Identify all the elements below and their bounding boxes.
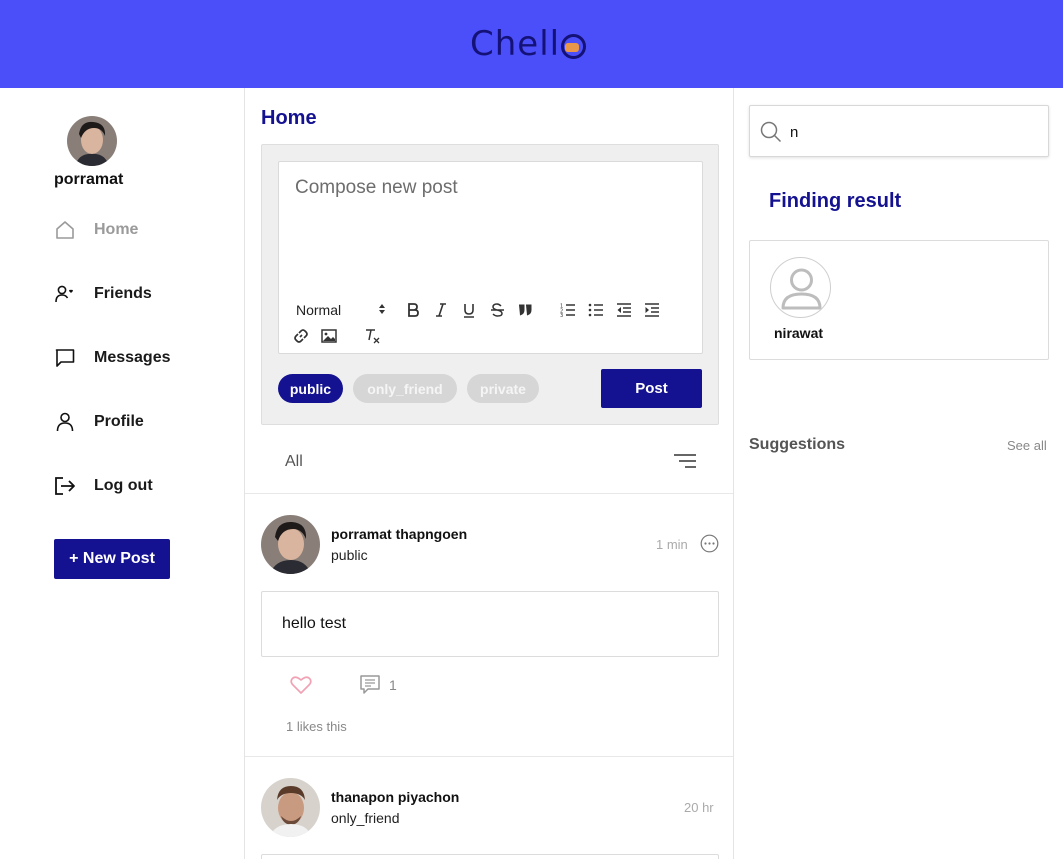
sidebar-item-logout[interactable]: Log out xyxy=(54,471,153,501)
profile-icon xyxy=(54,411,76,433)
result-user-name: nirawat xyxy=(774,325,824,341)
post-author-name[interactable]: porramat thapngoen xyxy=(331,526,467,542)
left-sidebar: porramat Home Friends Messages Profile L… xyxy=(0,88,244,859)
privacy-private-tag[interactable]: private xyxy=(467,374,539,403)
user-name: porramat xyxy=(54,171,124,188)
user-avatar[interactable] xyxy=(67,116,117,166)
sidebar-item-label: Home xyxy=(94,221,139,238)
quote-icon[interactable] xyxy=(516,301,534,319)
finding-result-title: Finding result xyxy=(769,190,902,212)
sidebar-item-home[interactable]: Home xyxy=(54,215,138,245)
privacy-public-tag[interactable]: public xyxy=(278,374,343,403)
svg-text:3: 3 xyxy=(560,313,563,317)
logo-mark-icon xyxy=(561,33,587,59)
link-icon[interactable] xyxy=(292,327,310,345)
search-box xyxy=(749,105,1049,157)
ordered-list-icon[interactable]: 123 xyxy=(559,301,577,319)
sidebar-item-label: Messages xyxy=(94,349,171,366)
logo-text: Chell xyxy=(470,24,561,64)
search-input[interactable] xyxy=(790,120,1030,144)
new-post-button[interactable]: + New Post xyxy=(54,539,170,579)
post-content: hello test xyxy=(261,591,719,657)
more-options-icon[interactable] xyxy=(700,534,719,553)
post-composer: Compose new post Normal 123 public only_… xyxy=(261,144,719,425)
top-bar: Chell xyxy=(0,0,1063,88)
sidebar-item-label: Log out xyxy=(94,477,153,494)
sidebar-item-label: Profile xyxy=(94,413,144,430)
format-select[interactable]: Normal xyxy=(296,301,386,319)
sidebar-item-messages[interactable]: Messages xyxy=(54,343,171,373)
post-privacy: public xyxy=(331,547,368,563)
bold-icon[interactable] xyxy=(404,301,422,319)
comment-count: 1 xyxy=(389,677,397,693)
comment-icon[interactable] xyxy=(359,674,381,696)
clear-format-icon[interactable] xyxy=(364,327,382,345)
feed-post: porramat thapngoen public 1 min hello te… xyxy=(245,495,733,757)
likes-summary[interactable]: 1 likes this xyxy=(286,719,347,734)
post-content xyxy=(261,854,719,859)
post-text: hello test xyxy=(282,615,347,632)
editor-placeholder: Compose new post xyxy=(295,177,458,198)
chevron-updown-icon xyxy=(378,302,386,318)
post-author-avatar[interactable] xyxy=(261,778,320,837)
chello-logo[interactable]: Chell xyxy=(470,22,587,66)
format-select-value: Normal xyxy=(296,302,342,318)
messages-icon xyxy=(54,347,76,369)
bullet-list-icon[interactable] xyxy=(587,301,605,319)
post-author-name[interactable]: thanapon piyachon xyxy=(331,789,459,805)
post-author-avatar[interactable] xyxy=(261,515,320,574)
image-icon[interactable] xyxy=(320,327,338,345)
see-all-link[interactable]: See all xyxy=(1007,438,1047,453)
italic-icon[interactable] xyxy=(432,301,450,319)
post-time: 20 hr xyxy=(684,800,714,815)
filter-icon[interactable] xyxy=(673,452,697,470)
home-icon xyxy=(54,219,76,241)
feed-post: thanapon piyachon only_friend 20 hr xyxy=(245,758,733,859)
search-result-card[interactable]: nirawat xyxy=(749,240,1049,360)
logout-icon xyxy=(54,475,76,497)
post-editor[interactable]: Compose new post Normal 123 xyxy=(278,161,703,354)
friends-icon xyxy=(54,283,76,305)
underline-icon[interactable] xyxy=(460,301,478,319)
post-button[interactable]: Post xyxy=(601,369,702,408)
feed-filter-bar: All xyxy=(245,437,733,494)
right-panel: Finding result nirawat Suggestions See a… xyxy=(734,88,1063,859)
suggestions-title: Suggestions xyxy=(749,436,846,453)
privacy-only-friend-tag[interactable]: only_friend xyxy=(353,374,457,403)
sidebar-item-friends[interactable]: Friends xyxy=(54,279,152,309)
filter-all-tab[interactable]: All xyxy=(285,453,303,471)
sidebar-item-label: Friends xyxy=(94,285,152,302)
post-privacy: only_friend xyxy=(331,810,400,826)
main-feed: Home Compose new post Normal 123 public xyxy=(244,88,734,859)
indent-icon[interactable] xyxy=(643,301,661,319)
heart-icon[interactable] xyxy=(290,675,312,695)
sidebar-item-profile[interactable]: Profile xyxy=(54,407,144,437)
default-avatar-icon xyxy=(770,257,831,318)
outdent-icon[interactable] xyxy=(615,301,633,319)
post-time: 1 min xyxy=(656,537,688,552)
page-title: Home xyxy=(261,107,317,129)
search-icon xyxy=(760,121,782,143)
strike-icon[interactable] xyxy=(488,301,506,319)
